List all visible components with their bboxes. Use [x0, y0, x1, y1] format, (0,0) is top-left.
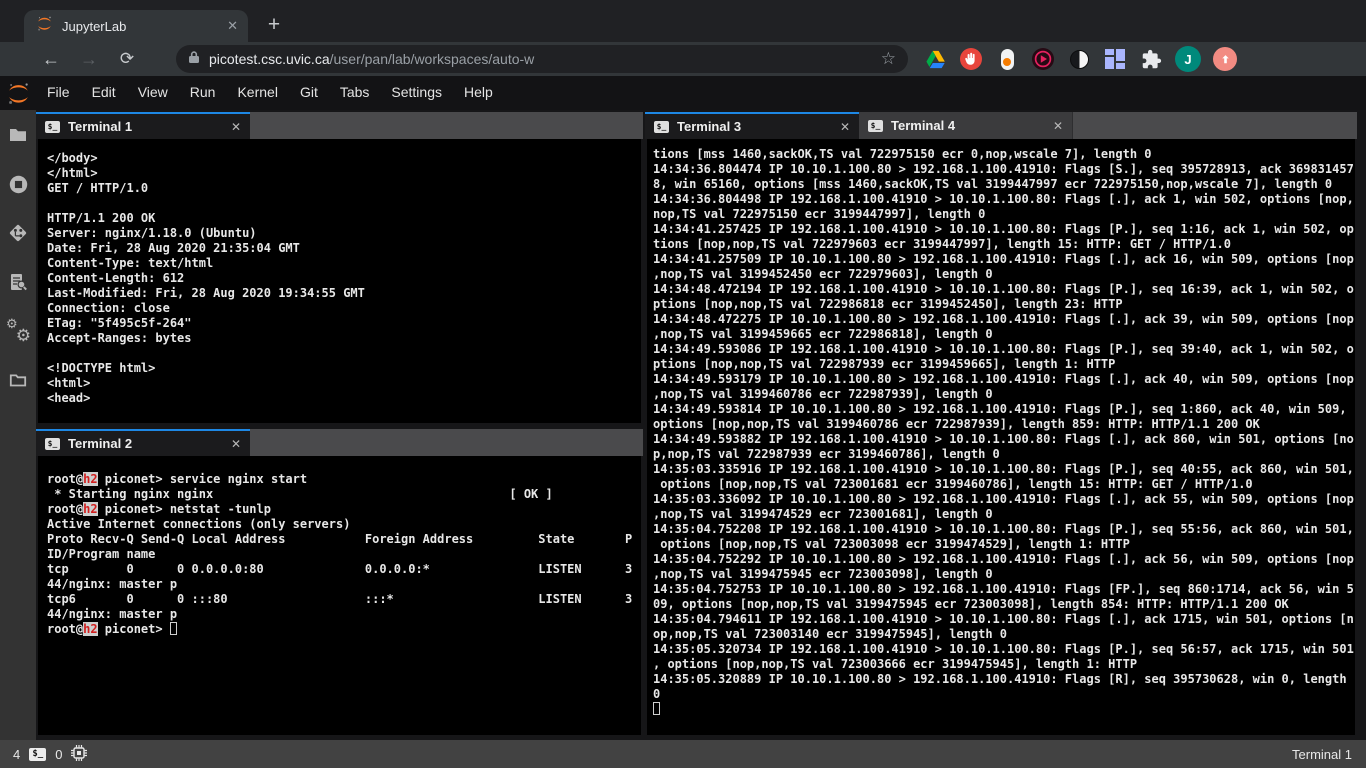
tab-terminal-3[interactable]: $_ Terminal 3 ✕ [645, 112, 859, 139]
running-sessions-status[interactable]: 4 $_ 0 [13, 745, 87, 764]
terminal-3-4-tabbar: $_ Terminal 3 ✕ $_ Terminal 4 ✕ [645, 112, 1357, 139]
close-icon[interactable]: ✕ [840, 120, 850, 134]
dock-panel: $_ Terminal 1 ✕ </body></html>GET / HTTP… [36, 110, 1366, 740]
terminal-2-tabbar: $_ Terminal 2 ✕ [36, 429, 643, 456]
git-icon[interactable] [7, 222, 29, 244]
status-bar: 4 $_ 0 Terminal 1 [0, 740, 1366, 768]
extensions-puzzle-icon[interactable] [1139, 47, 1163, 71]
extension-manager-icon[interactable]: ⚙⚙ [7, 320, 29, 342]
egg-timer-icon[interactable] [995, 47, 1019, 71]
adblock-icon[interactable] [959, 47, 983, 71]
tab-label-terminal-2: Terminal 2 [68, 436, 132, 451]
terminal-2-panel: $_ Terminal 2 ✕ root@h2 piconet> service… [36, 429, 643, 737]
terminals-count: 4 [13, 747, 20, 762]
kernels-count: 0 [55, 747, 62, 762]
lock-icon [188, 50, 200, 69]
inspector-icon[interactable] [7, 271, 29, 293]
kernel-chip-icon [71, 745, 87, 764]
left-sidebar: ⚙⚙ [0, 110, 36, 740]
play-circle-icon[interactable] [1031, 47, 1055, 71]
terminal-1-tabbar: $_ Terminal 1 ✕ [36, 112, 643, 139]
terminal-icon: $_ [654, 121, 669, 133]
menu-settings[interactable]: Settings [380, 84, 453, 100]
menu-git[interactable]: Git [289, 84, 329, 100]
terminal-1-output[interactable]: </body></html>GET / HTTP/1.0HTTP/1.1 200… [38, 139, 641, 423]
dark-reader-icon[interactable] [1067, 47, 1091, 71]
open-tabs-icon[interactable] [7, 369, 29, 391]
grid-dashboard-icon[interactable] [1103, 47, 1127, 71]
running-sessions-icon[interactable] [7, 173, 29, 195]
menu-edit[interactable]: Edit [81, 84, 127, 100]
profile-avatar[interactable]: J [1175, 46, 1201, 72]
google-drive-icon[interactable] [923, 47, 947, 71]
menu-tabs[interactable]: Tabs [329, 84, 381, 100]
url-text: picotest.csc.uvic.ca/user/pan/lab/worksp… [209, 51, 534, 67]
tab-label-terminal-4: Terminal 4 [891, 118, 955, 133]
jupyterlab-menubar: FileEditViewRunKernelGitTabsSettingsHelp [0, 76, 1366, 110]
terminal-icon: $_ [29, 748, 46, 761]
menubar-items: FileEditViewRunKernelGitTabsSettingsHelp [36, 84, 504, 102]
jupyter-favicon-icon [36, 15, 53, 37]
browser-tab-jupyterlab[interactable]: JupyterLab ✕ [24, 10, 248, 42]
tab-terminal-4[interactable]: $_ Terminal 4 ✕ [859, 112, 1073, 139]
menu-file[interactable]: File [36, 84, 81, 100]
terminal-icon: $_ [868, 120, 883, 132]
close-icon[interactable]: ✕ [231, 120, 241, 134]
url-path: /user/pan/lab/workspaces/auto-w [330, 51, 535, 67]
url-domain: picotest.csc.uvic.ca [209, 51, 330, 67]
terminal-3-panel: $_ Terminal 3 ✕ $_ Terminal 4 ✕ tions [m… [645, 112, 1357, 737]
terminal-icon: $_ [45, 121, 60, 133]
tab-terminal-1[interactable]: $_ Terminal 1 ✕ [36, 112, 250, 139]
jupyter-logo-icon [0, 81, 36, 106]
close-icon[interactable]: ✕ [1053, 119, 1063, 133]
browser-tab-strip: JupyterLab ✕ + [0, 0, 1366, 42]
current-activity-label: Terminal 1 [1292, 747, 1352, 762]
bookmark-star-icon[interactable]: ☆ [881, 49, 896, 69]
terminal-3-output[interactable]: tions [mss 1460,sackOK,TS val 722975150 … [647, 139, 1355, 735]
tab-close-icon[interactable]: ✕ [227, 18, 238, 34]
menu-view[interactable]: View [127, 84, 179, 100]
browser-update-icon[interactable] [1213, 47, 1237, 71]
extension-icons: J [923, 46, 1237, 72]
file-browser-icon[interactable] [7, 124, 29, 146]
tab-label-terminal-1: Terminal 1 [68, 119, 132, 134]
menu-run[interactable]: Run [179, 84, 227, 100]
address-bar[interactable]: picotest.csc.uvic.ca/user/pan/lab/worksp… [176, 45, 908, 73]
browser-tab-title: JupyterLab [62, 19, 227, 34]
terminal-1-panel: $_ Terminal 1 ✕ </body></html>GET / HTTP… [36, 112, 643, 425]
terminal-icon: $_ [45, 438, 60, 450]
tab-terminal-2[interactable]: $_ Terminal 2 ✕ [36, 429, 250, 456]
close-icon[interactable]: ✕ [231, 437, 241, 451]
menu-kernel[interactable]: Kernel [226, 84, 288, 100]
browser-toolbar: ← → ⟳ picotest.csc.uvic.ca/user/pan/lab/… [0, 42, 1366, 76]
menu-help[interactable]: Help [453, 84, 504, 100]
back-icon[interactable]: ← [36, 49, 66, 70]
terminal-2-output[interactable]: root@h2 piconet> service nginx start * S… [38, 456, 641, 735]
forward-icon: → [74, 49, 104, 70]
reload-icon[interactable]: ⟳ [112, 49, 142, 69]
tab-label-terminal-3: Terminal 3 [677, 119, 741, 134]
new-tab-icon[interactable]: + [260, 11, 288, 39]
